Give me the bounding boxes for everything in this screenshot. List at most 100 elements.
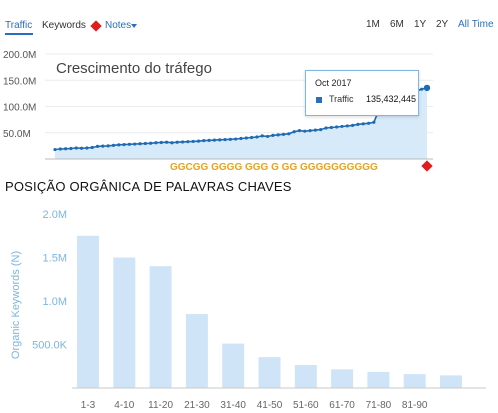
- keyword-bar: [222, 343, 245, 388]
- keyword-chart-title: POSIÇÃO ORGÂNICA DE PALAVRAS CHAVES: [5, 179, 292, 194]
- traffic-point: [58, 147, 62, 151]
- traffic-point: [127, 142, 131, 146]
- traffic-point: [212, 138, 217, 142]
- traffic-point: [255, 135, 259, 139]
- traffic-y-tick: 150.0M: [3, 76, 36, 87]
- traffic-point: [85, 146, 89, 150]
- traffic-point: [53, 147, 57, 152]
- keyword-bar: [331, 369, 354, 388]
- traffic-point: [74, 146, 78, 150]
- traffic-point: [303, 129, 307, 133]
- traffic-point: [351, 123, 355, 127]
- traffic-point: [202, 139, 206, 143]
- keyword-bar: [294, 364, 317, 388]
- traffic-point: [64, 147, 68, 151]
- traffic-point: [79, 146, 84, 150]
- traffic-chart: 200.0M 150.0M 100.0M 50.0M GGCGG GGGG GGG G…: [3, 50, 433, 173]
- tab-keywords[interactable]: Keywords: [42, 20, 86, 31]
- traffic-point: [313, 128, 317, 132]
- traffic-y-tick: 100.0M: [3, 103, 36, 114]
- notes-diamond-icon[interactable]: [90, 20, 102, 32]
- traffic-tooltip: Oct 2017 Traffic 135,432,445: [305, 70, 419, 116]
- traffic-point: [324, 126, 328, 130]
- traffic-point: [90, 145, 94, 150]
- keyword-bar: [149, 266, 172, 388]
- traffic-point: [345, 124, 349, 128]
- keyword-bars: [77, 235, 462, 388]
- tooltip-series-name: Traffic: [329, 94, 354, 104]
- notes-dropdown-label[interactable]: Notes: [105, 20, 131, 31]
- keyword-x-tick: 31-40: [220, 400, 246, 411]
- keyword-y-tick: 500.0K: [32, 340, 68, 352]
- traffic-point: [372, 120, 376, 124]
- keyword-y-axis-label: Organic Keywords (N): [10, 251, 22, 359]
- traffic-point: [356, 122, 360, 126]
- traffic-point: [111, 143, 116, 147]
- traffic-point: [186, 140, 190, 144]
- traffic-point: [207, 138, 211, 142]
- range-1m[interactable]: 1M: [366, 19, 380, 30]
- traffic-y-tick: 50.0M: [3, 129, 31, 140]
- traffic-point: [117, 143, 121, 147]
- traffic-point: [366, 121, 371, 125]
- traffic-point: [180, 140, 185, 144]
- traffic-point: [175, 140, 179, 144]
- keyword-x-tick: 1-3: [81, 400, 96, 411]
- chevron-down-icon[interactable]: [131, 24, 137, 28]
- traffic-point: [260, 134, 264, 138]
- traffic-point: [101, 144, 105, 148]
- traffic-point: [143, 141, 147, 146]
- traffic-y-tick: 200.0M: [3, 50, 36, 61]
- keyword-y-tick: 2.0M: [43, 209, 67, 221]
- keyword-x-tick: 81-90: [402, 400, 428, 411]
- traffic-point: [308, 129, 312, 133]
- keyword-x-tick: 11-20: [148, 400, 173, 411]
- traffic-point: [319, 128, 323, 132]
- traffic-point: [244, 136, 248, 140]
- traffic-point: [271, 133, 275, 137]
- traffic-chart-title: Crescimento do tráfego: [56, 60, 212, 77]
- keyword-x-tick: 51-60: [293, 400, 319, 411]
- traffic-point: [361, 122, 365, 126]
- traffic-point: [133, 142, 137, 146]
- keyword-bar: [367, 371, 390, 388]
- tooltip-date: Oct 2017: [315, 78, 352, 88]
- traffic-point: [297, 129, 302, 133]
- traffic-point: [149, 141, 153, 145]
- traffic-point: [329, 125, 333, 130]
- range-6m[interactable]: 6M: [390, 19, 404, 30]
- traffic-point: [122, 142, 126, 147]
- traffic-point: [218, 138, 222, 142]
- keyword-bar: [403, 374, 426, 388]
- keyword-x-tick: 61-70: [329, 400, 355, 411]
- traffic-point: [223, 137, 227, 142]
- range-1y[interactable]: 1Y: [414, 19, 426, 30]
- traffic-point: [69, 146, 73, 151]
- keyword-y-axis: 2.0M 1.5M 1.0M 500.0K: [32, 209, 68, 352]
- traffic-point: [340, 124, 344, 129]
- traffic-point: [138, 142, 142, 146]
- traffic-point: [292, 130, 296, 134]
- keyword-x-tick: 41-50: [257, 400, 283, 411]
- range-all-time[interactable]: All Time: [458, 19, 494, 30]
- range-2y[interactable]: 2Y: [436, 19, 448, 30]
- tooltip-value: 135,432,445: [366, 94, 417, 104]
- keyword-bar: [258, 357, 281, 388]
- traffic-point: [234, 137, 238, 141]
- chart-toolbar: Traffic Keywords Notes 1M 6M 1Y 2Y All T…: [0, 0, 498, 40]
- keyword-x-axis: 1-3 4-10 11-20 21-30 31-40 41-50 51-60 61-70 71-…: [81, 400, 428, 411]
- traffic-point: [196, 139, 201, 143]
- keyword-bar-chart: 2.0M 1.5M 1.0M 500.0K 1-3 4-10 11-20 21-30 31-4…: [10, 209, 486, 411]
- traffic-point: [191, 139, 195, 144]
- keyword-x-tick: 4-10: [114, 400, 134, 411]
- keyword-x-tick: 71-80: [366, 400, 392, 411]
- notes-flag-icon[interactable]: [421, 160, 433, 172]
- traffic-point: [250, 135, 254, 140]
- traffic-point: [228, 137, 232, 141]
- keyword-bar: [440, 375, 462, 388]
- keyword-x-tick: 21-30: [184, 400, 210, 411]
- tab-traffic[interactable]: Traffic: [5, 20, 32, 31]
- traffic-point: [165, 140, 169, 144]
- traffic-point: [276, 133, 280, 137]
- traffic-point: [239, 136, 243, 141]
